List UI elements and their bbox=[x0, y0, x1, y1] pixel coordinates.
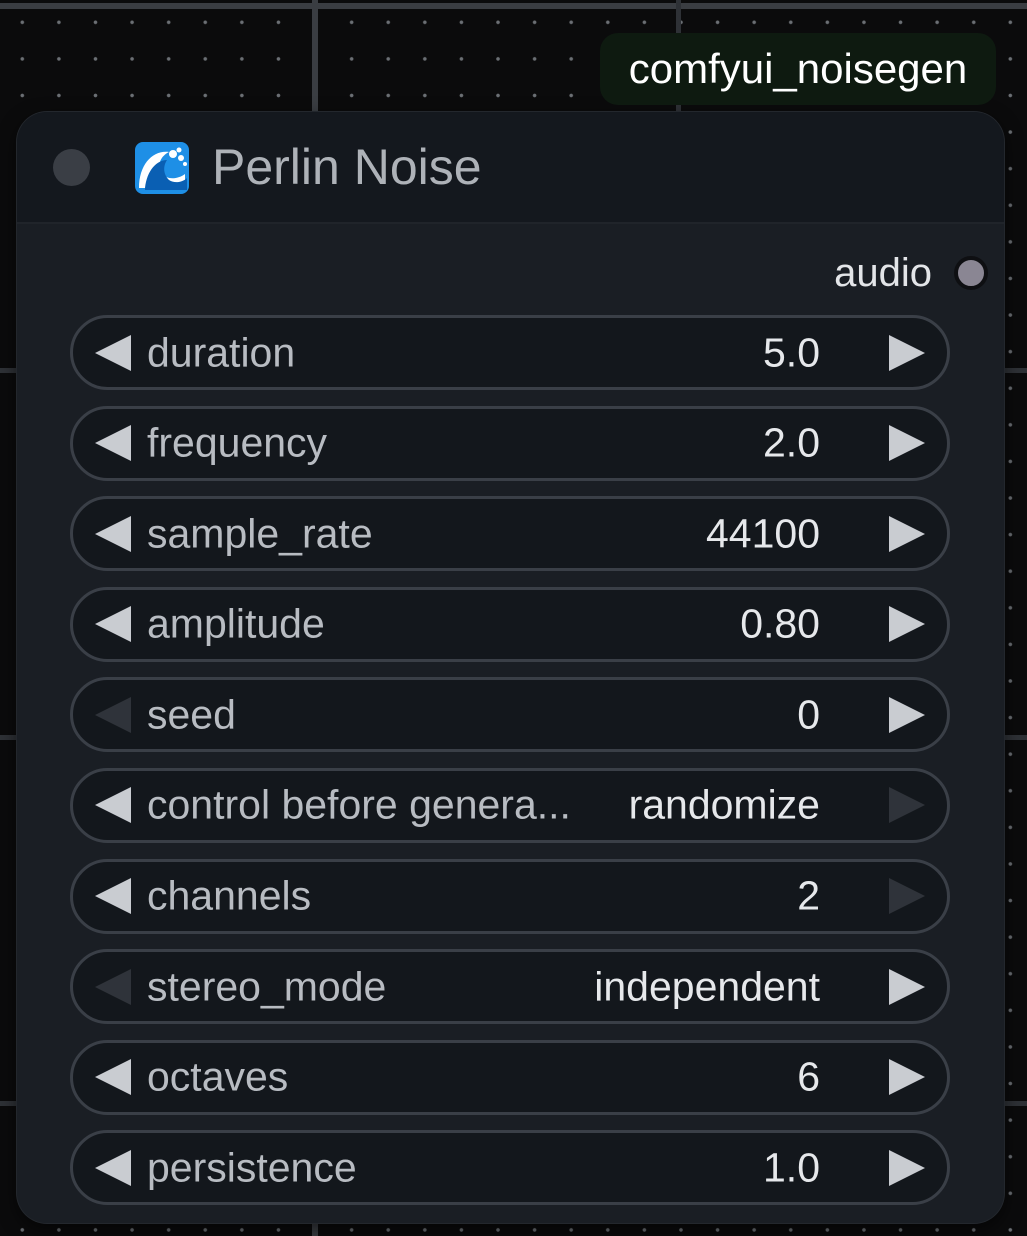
increment-arrow-icon[interactable] bbox=[889, 425, 925, 462]
widget-value[interactable]: independent bbox=[594, 963, 820, 1010]
widget-value[interactable]: 44100 bbox=[706, 510, 820, 557]
decrement-arrow-icon[interactable] bbox=[95, 787, 131, 824]
widget-value[interactable]: 1.0 bbox=[763, 1144, 820, 1191]
canvas-grid-line bbox=[1004, 735, 1027, 740]
canvas-grid-line bbox=[0, 735, 17, 740]
widget-value[interactable]: 0 bbox=[797, 691, 820, 738]
widget-persistence[interactable]: persistence 1.0 bbox=[70, 1130, 950, 1206]
widget-label: duration bbox=[147, 329, 296, 375]
canvas-grid-line bbox=[0, 1101, 17, 1106]
decrement-arrow-icon[interactable] bbox=[95, 515, 131, 552]
widget-label: control before genera... bbox=[147, 781, 571, 828]
widget-control-before-genera[interactable]: control before genera... randomize bbox=[70, 767, 950, 843]
decrement-arrow-icon[interactable] bbox=[95, 968, 131, 1005]
widget-duration[interactable]: duration 5.0 bbox=[70, 315, 950, 390]
widget-label: stereo_mode bbox=[147, 963, 387, 1010]
widget-label: seed bbox=[147, 691, 236, 738]
widget-channels[interactable]: channels 2 bbox=[70, 858, 950, 934]
decrement-arrow-icon[interactable] bbox=[95, 878, 131, 915]
node-title: Perlin Noise bbox=[212, 139, 482, 195]
wave-emoji-icon bbox=[135, 142, 189, 194]
widget-value[interactable]: 0.80 bbox=[740, 601, 820, 648]
decrement-arrow-icon[interactable] bbox=[95, 1149, 131, 1186]
decrement-arrow-icon[interactable] bbox=[95, 696, 131, 733]
output-connector-dot[interactable] bbox=[954, 256, 988, 290]
widget-octaves[interactable]: octaves 6 bbox=[70, 1039, 950, 1115]
canvas-grid-line bbox=[1004, 368, 1027, 373]
widget-label: channels bbox=[147, 872, 312, 919]
increment-arrow-icon[interactable] bbox=[889, 878, 925, 915]
widget-value[interactable]: 2.0 bbox=[763, 420, 820, 467]
decrement-arrow-icon[interactable] bbox=[95, 606, 131, 643]
increment-arrow-icon[interactable] bbox=[889, 787, 925, 824]
increment-arrow-icon[interactable] bbox=[889, 334, 925, 371]
widget-frequency[interactable]: frequency 2.0 bbox=[70, 405, 950, 481]
decrement-arrow-icon[interactable] bbox=[95, 1059, 131, 1096]
widget-list: duration 5.0 frequency 2.0 sample_rate 44100 a… bbox=[70, 315, 950, 1221]
widget-sample-rate[interactable]: sample_rate 44100 bbox=[70, 496, 950, 572]
collapse-toggle-dot[interactable] bbox=[53, 149, 90, 186]
widget-label: octaves bbox=[147, 1053, 289, 1100]
increment-arrow-icon[interactable] bbox=[889, 696, 925, 733]
widget-value[interactable]: 6 bbox=[797, 1054, 820, 1101]
output-label: audio bbox=[834, 250, 932, 295]
widget-value[interactable]: randomize bbox=[629, 782, 820, 829]
widget-label: sample_rate bbox=[147, 510, 373, 557]
node-source-badge: comfyui_noisegen bbox=[600, 33, 996, 105]
widget-stereo-mode[interactable]: stereo_mode independent bbox=[70, 949, 950, 1025]
widget-value[interactable]: 5.0 bbox=[763, 329, 820, 376]
widget-value[interactable]: 2 bbox=[797, 873, 820, 920]
increment-arrow-icon[interactable] bbox=[889, 606, 925, 643]
widget-seed[interactable]: seed 0 bbox=[70, 677, 950, 753]
decrement-arrow-icon[interactable] bbox=[95, 334, 131, 371]
canvas-grid-line bbox=[0, 368, 17, 373]
widget-label: amplitude bbox=[147, 600, 325, 647]
widget-label: frequency bbox=[147, 419, 328, 466]
increment-arrow-icon[interactable] bbox=[889, 1059, 925, 1096]
increment-arrow-icon[interactable] bbox=[889, 515, 925, 552]
node-header[interactable]: Perlin Noise bbox=[17, 112, 1004, 224]
output-slot-audio[interactable]: audio bbox=[834, 250, 988, 295]
widget-amplitude[interactable]: amplitude 0.80 bbox=[70, 586, 950, 662]
decrement-arrow-icon[interactable] bbox=[95, 425, 131, 462]
increment-arrow-icon[interactable] bbox=[889, 968, 925, 1005]
canvas-grid-line bbox=[1004, 1101, 1027, 1106]
perlin-noise-node[interactable]: Perlin Noise audio duration 5.0 frequency 2… bbox=[17, 112, 1004, 1223]
widget-label: persistence bbox=[147, 1144, 357, 1191]
increment-arrow-icon[interactable] bbox=[889, 1149, 925, 1186]
